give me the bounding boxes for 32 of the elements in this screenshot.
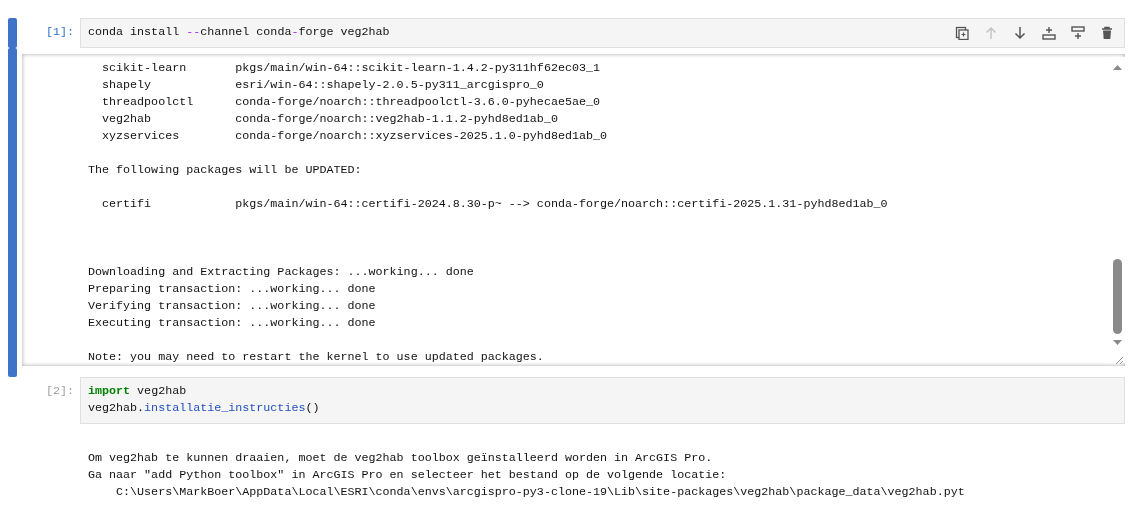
insert-above-icon (1041, 25, 1056, 40)
insert-below-icon (1070, 25, 1085, 40)
output-line: Downloading and Extracting Packages: ...working... done (88, 264, 475, 281)
down-arrow-icon (1012, 25, 1027, 40)
output-line: xyzservices conda-forge/noarch::xyzservices-2025.1.0-pyhd8ed1ab_0 (101, 128, 608, 145)
up-arrow-icon (983, 25, 998, 40)
output-line: scikit-learn pkgs/main/win-64::scikit-learn-1.4.2-py311hf62ec03_1 (101, 60, 601, 77)
scroll-down-icon[interactable] (1112, 340, 1122, 345)
code-line: conda install --channel conda-forge veg2hab (88, 24, 390, 41)
code-input[interactable]: conda install --channel conda-forge veg2hab (80, 18, 1125, 48)
output-line: The following packages will be UPDATED: (88, 162, 363, 179)
output-line: Preparing transaction: ...working... done (88, 281, 377, 298)
cell-prompt: [2]: (44, 383, 75, 400)
output-line: shapely esri/win-64::shapely-2.0.5-py311_arcgispro_0 (101, 77, 545, 94)
output-line: threadpoolctl conda-forge/noarch::threadpoolctl-3.6.0-pyhecae5ae_0 (101, 94, 601, 111)
output-line: certifi pkgs/main/win-64::certifi-2024.8.30-p~ --> conda-forge/noarch::certifi-2025.1.31-pyhd8ed1ab_0 (101, 196, 889, 213)
output-line: Executing transaction: ...working... done (88, 315, 377, 332)
code-input[interactable]: import veg2hab veg2hab.installatie_instructies() (80, 377, 1125, 424)
copy-icon (954, 25, 969, 40)
output-line: Om veg2hab te kunnen draaien, moet de veg2hab toolbox geïnstalleerd worden in ArcGIS Pro. (88, 450, 714, 467)
cell-prompt: [1]: (44, 24, 75, 41)
output-line: Verifying transaction: ...working... done (88, 298, 377, 315)
output-line: C:\Users\MarkBoer\AppData\Local\ESRI\conda\envs\arcgispro-py3-clone-19\Lib\site-packages\veg2hab\package_data\veg2hab.pyt (115, 484, 966, 501)
code-line: veg2hab.installatie_instructies() (88, 400, 320, 417)
code-line: import veg2hab (88, 383, 188, 400)
scrollbar-thumb[interactable] (1112, 259, 1122, 334)
output-line: Ga naar "add Python toolbox" in ArcGIS Pro en selecteer het bestand op de volgende locatie: (88, 467, 728, 484)
trash-icon (1099, 25, 1114, 40)
output-line: Note: you may need to restart the kernel to use updated packages. (88, 349, 545, 366)
resize-handle-icon[interactable] (1115, 356, 1123, 364)
scroll-up-icon[interactable] (1112, 65, 1122, 70)
output-line: veg2hab conda-forge/noarch::veg2hab-1.1.2-pyhd8ed1ab_0 (101, 111, 559, 128)
